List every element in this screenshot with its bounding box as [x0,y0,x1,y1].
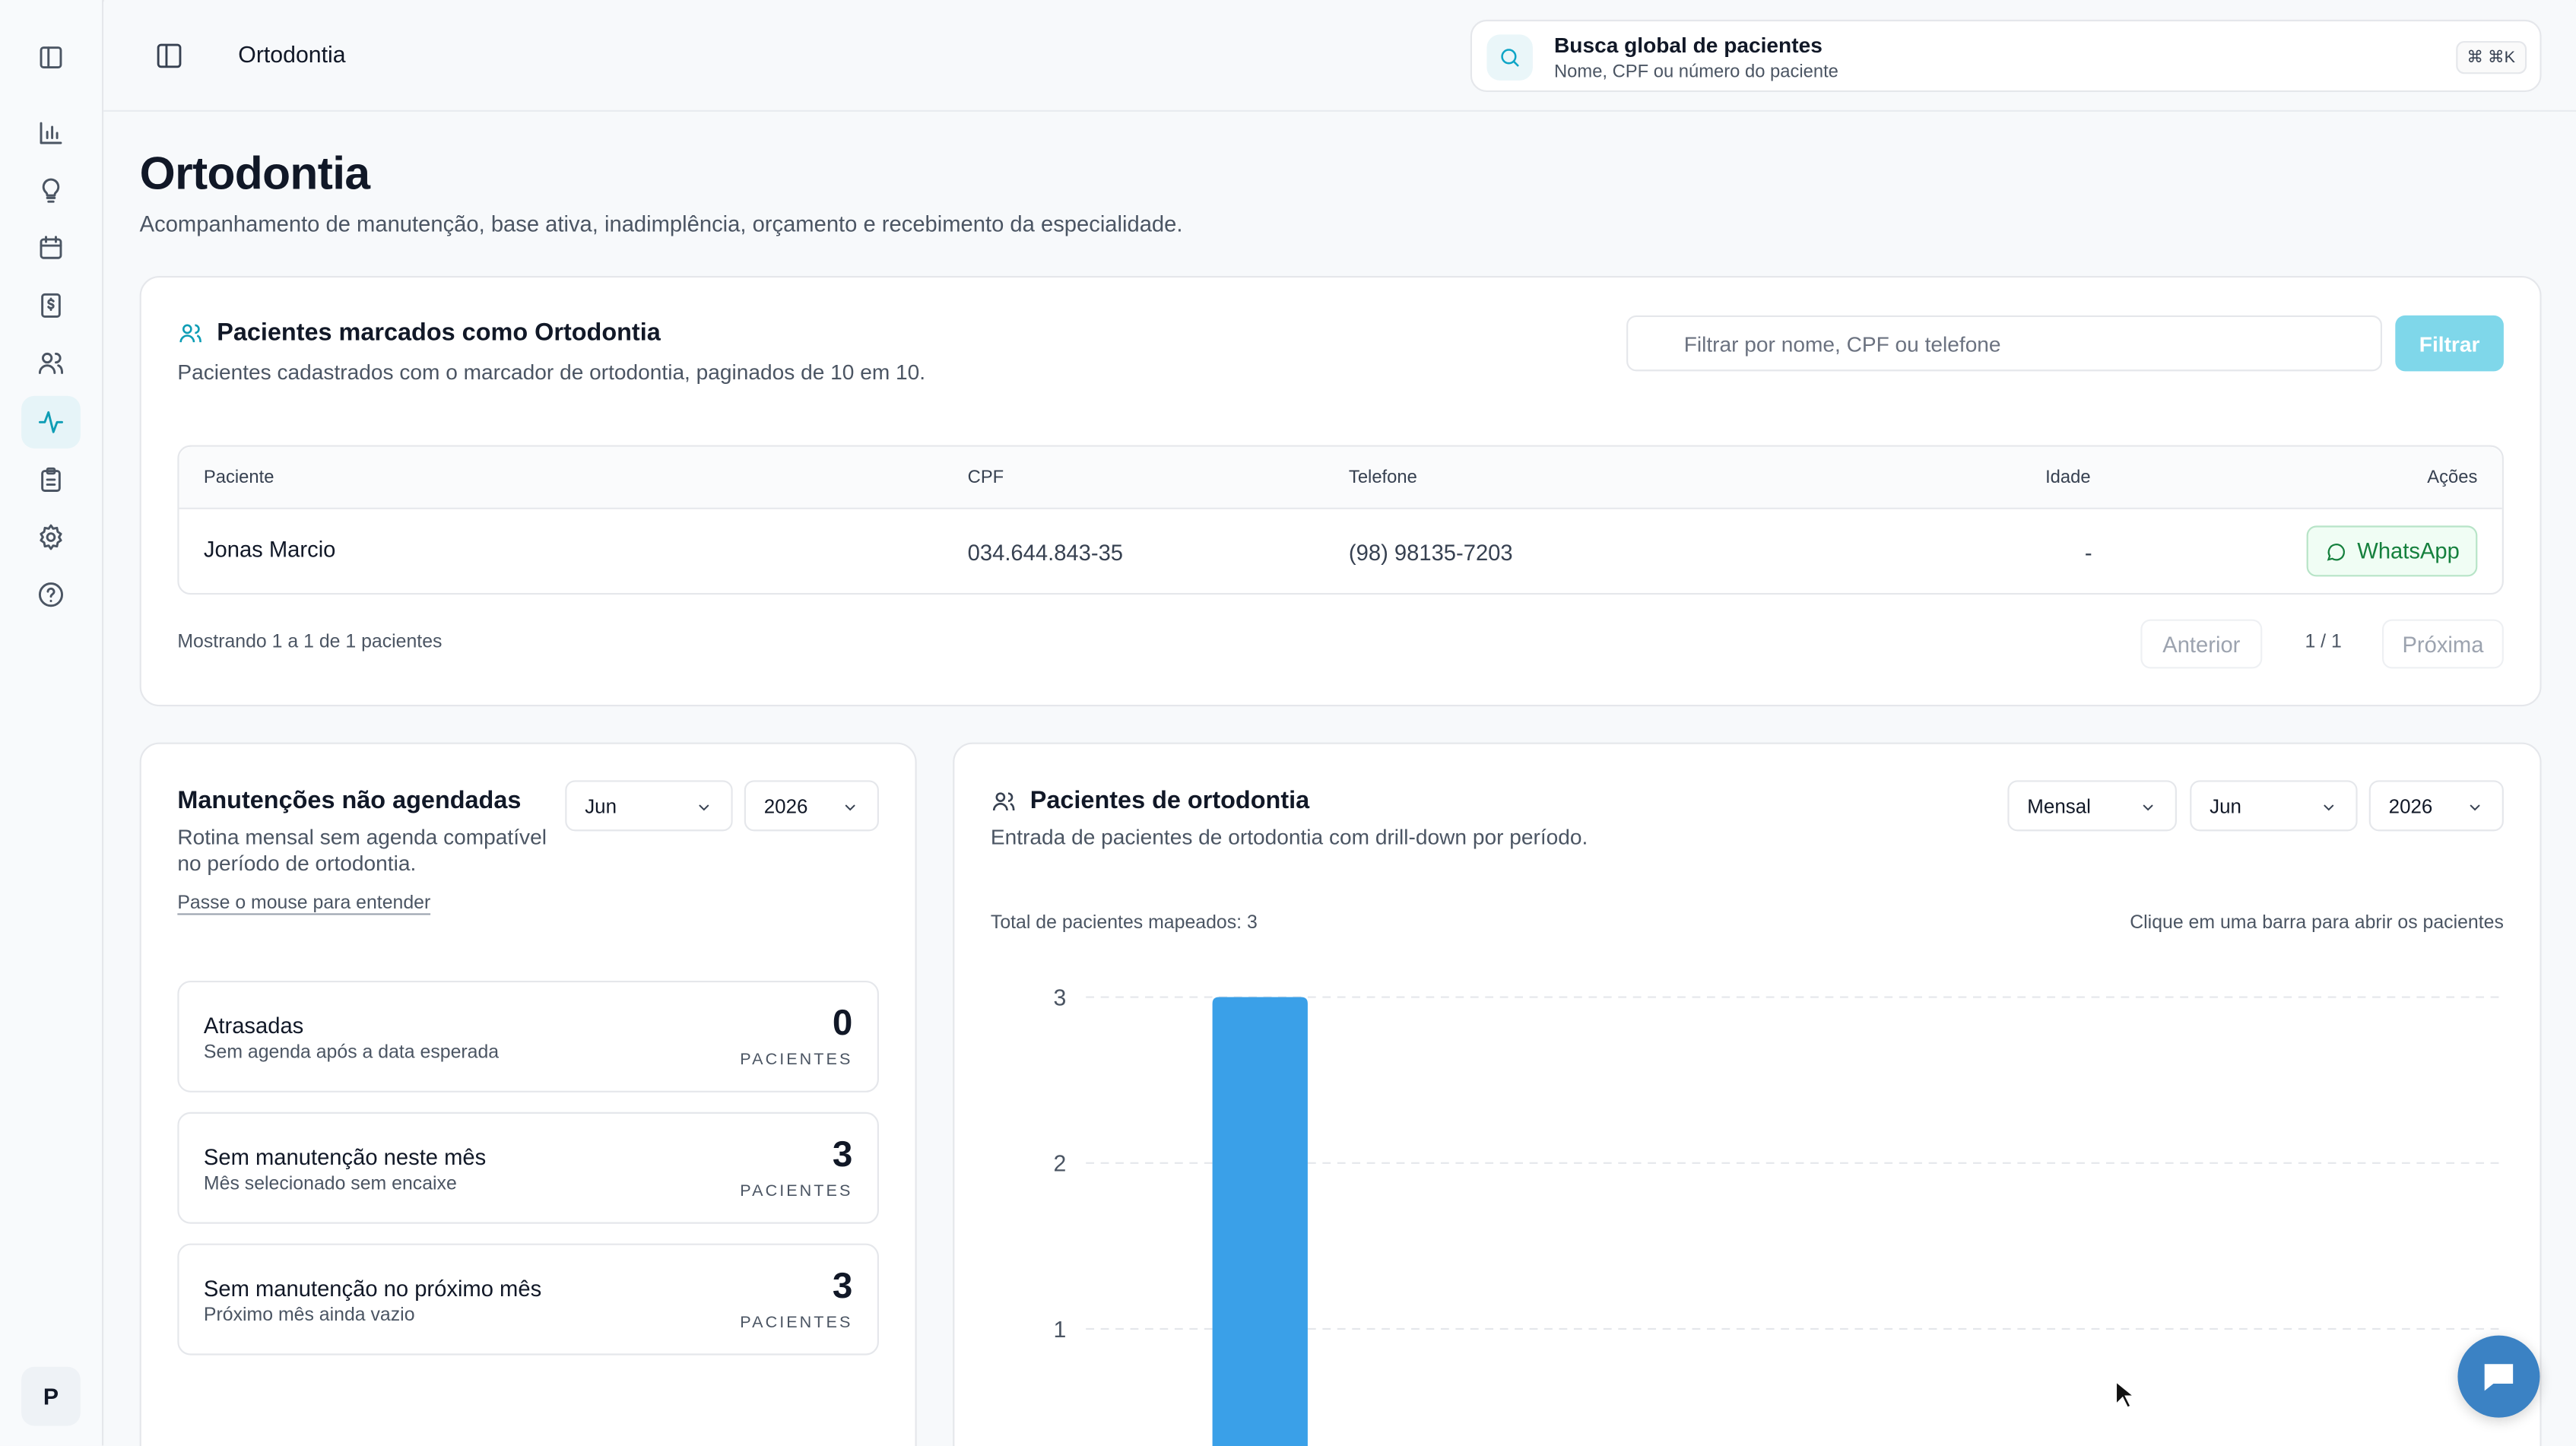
chevron-down-icon [699,804,709,811]
period-select-value: Mensal [2027,794,2091,817]
cell-age: - [2084,540,2092,566]
topbar: Ortodontia Busca global de pacientes Nom… [103,0,2576,112]
breadcrumb: Ortodontia [238,41,346,68]
previous-page-button[interactable]: Anterior [2140,619,2263,669]
help-icon[interactable] [21,569,81,621]
stat-subtitle: Próximo mês ainda vazio [203,1305,415,1326]
patients-card-title: Pacientes marcados como Ortodontia [177,319,661,347]
mouse-cursor-icon [2114,1379,2134,1410]
y-tick-label: 1 [1053,1318,1066,1343]
maintenance-title: Manutenções não agendadas [177,786,522,815]
ortho-chart-title: Pacientes de ortodontia [991,787,1309,815]
month-select-value: Jun [2210,794,2241,817]
table-header: Paciente CPF Telefone Idade Ações [179,446,2502,509]
period-select[interactable]: Mensal [2007,780,2177,832]
stat-unit: PACIENTES [740,1314,853,1333]
patients-card: Pacientes marcados como Ortodontia Pacie… [139,275,2542,707]
chat-icon [2484,1364,2514,1391]
bar-chart: 1 2 3 [1053,985,2499,1446]
bar-chart-icon[interactable] [21,106,81,159]
ortho-chart-title-text: Pacientes de ortodontia [1029,786,1310,815]
patients-card-subtitle: Pacientes cadastrados com o marcador de … [177,360,926,385]
page-indicator: 1 / 1 [2305,632,2342,652]
whatsapp-button[interactable]: WhatsApp [2306,525,2478,577]
avatar[interactable]: P [21,1366,81,1426]
y-tick-label: 2 [1053,1152,1066,1177]
column-header-age: Idade [2045,468,2091,488]
cell-cpf: 034.644.843-35 [967,540,1124,566]
dollar-icon[interactable] [21,279,81,331]
filter-input[interactable] [1626,315,2383,372]
stat-value: 3 [832,1264,853,1306]
page-title: Ortodontia [139,147,370,199]
filter-button[interactable]: Filtrar [2395,315,2504,372]
stat-card-this-month[interactable]: Sem manutenção neste mês Mês selecionado… [177,1111,879,1224]
patients-table: Paciente CPF Telefone Idade Ações Jonas … [177,445,2504,595]
sidebar-toggle-icon[interactable] [153,40,186,72]
stat-subtitle: Sem agenda após a data esperada [203,1043,500,1063]
patients-card-title-text: Pacientes marcados como Ortodontia [217,319,661,347]
chart-hint: Clique em uma barra para abrir os pacien… [2130,913,2504,934]
pagination-summary: Mostrando 1 a 1 de 1 pacientes [177,632,443,652]
global-search-subtitle: Nome, CPF ou número do paciente [1554,62,1838,83]
stat-subtitle: Mês selecionado sem encaixe [203,1174,457,1194]
column-header-actions: Ações [2427,468,2478,488]
lightbulb-icon[interactable] [21,164,81,217]
whatsapp-button-label: WhatsApp [2357,538,2460,564]
column-header-cpf: CPF [967,468,1004,488]
stat-value: 0 [832,1002,853,1044]
stat-title: Sem manutenção neste mês [203,1145,487,1170]
stat-unit: PACIENTES [740,1182,853,1201]
chart-total: Total de pacientes mapeados: 3 [990,913,1258,934]
search-icon [1486,34,1533,81]
column-header-patient: Paciente [203,468,274,488]
gear-icon[interactable] [21,511,81,563]
chat-button[interactable] [2457,1335,2540,1418]
activity-icon[interactable] [21,395,81,449]
global-search[interactable]: Busca global de pacientes Nome, CPF ou n… [1470,19,2542,92]
year-select[interactable]: 2026 [744,780,879,832]
chevron-down-icon [845,804,855,811]
stat-unit: PACIENTES [740,1051,853,1070]
year-select-value: 2026 [2388,794,2433,817]
month-select-value: Jun [585,794,617,817]
message-circle-icon [2327,542,2345,560]
stat-title: Atrasadas [203,1013,304,1039]
chart-bar[interactable] [1212,997,1308,1446]
sidebar: P [0,0,104,1446]
month-select[interactable]: Jun [2190,780,2358,832]
users-icon[interactable] [21,337,81,389]
y-tick-label: 3 [1053,985,1066,1010]
page-subtitle: Acompanhamento de manutenção, base ativa… [139,211,1183,237]
chevron-down-icon [2470,804,2480,811]
ortho-chart-subtitle: Entrada de pacientes de ortodontia com d… [990,824,1588,850]
calendar-icon[interactable] [21,222,81,274]
month-select[interactable]: Jun [565,780,733,832]
panel-icon[interactable] [21,31,81,84]
year-select[interactable]: 2026 [2368,780,2504,832]
stat-title: Sem manutenção no próximo mês [203,1276,542,1302]
shortcut-badge: ⌘ ⌘K [2455,41,2527,75]
maintenance-subtitle: Rotina mensal sem agenda compatível no p… [177,824,547,876]
ortho-chart-card: Pacientes de ortodontia Entrada de pacie… [953,742,2542,1446]
maintenance-help-link[interactable]: Passe o mouse para entender [177,893,431,915]
year-select-value: 2026 [763,794,808,817]
cell-patient-name[interactable]: Jonas Marcio [204,537,335,562]
stat-card-next-month[interactable]: Sem manutenção no próximo mês Próximo mê… [177,1243,879,1356]
stat-value: 3 [832,1133,853,1175]
global-search-title: Busca global de pacientes [1554,33,1823,58]
column-header-phone: Telefone [1348,468,1417,488]
chevron-down-icon [2324,804,2334,811]
chevron-down-icon [2143,804,2153,811]
next-page-button[interactable]: Próxima [2382,619,2504,669]
stat-card-overdue[interactable]: Atrasadas Sem agenda após a data esperad… [177,980,879,1092]
users-icon [179,323,201,342]
cell-phone: (98) 98135-7203 [1348,540,1513,566]
clipboard-icon[interactable] [21,453,81,506]
maintenance-card: Manutenções não agendadas Rotina mensal … [139,742,917,1446]
users-icon [992,791,1015,810]
